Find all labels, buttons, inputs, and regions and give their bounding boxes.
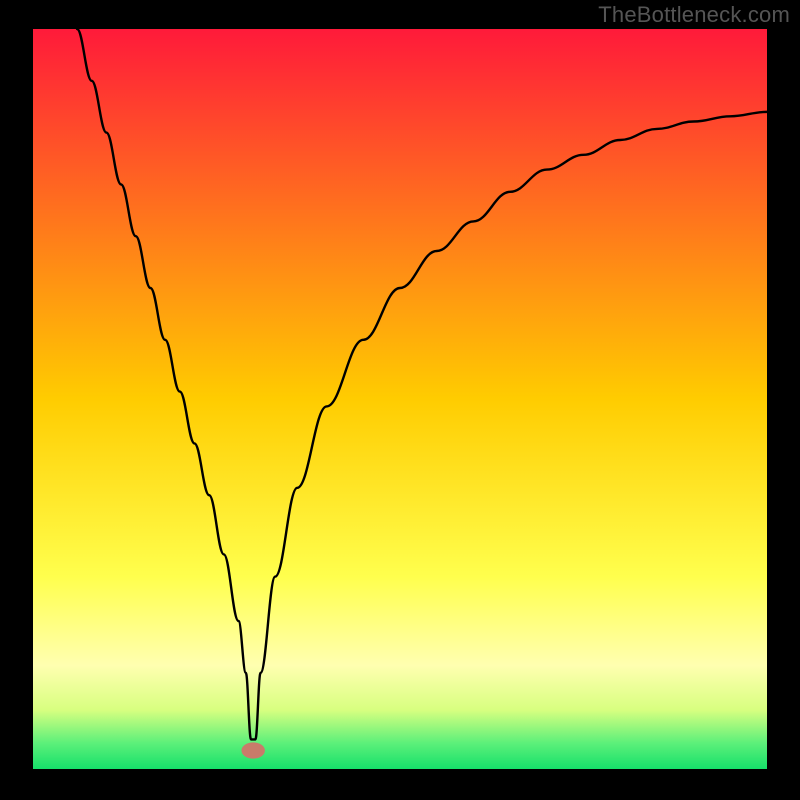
watermark-text: TheBottleneck.com xyxy=(598,2,790,28)
chart-background xyxy=(33,29,767,769)
bottleneck-chart xyxy=(0,0,800,800)
optimal-point-marker xyxy=(241,742,264,758)
chart-frame: TheBottleneck.com xyxy=(0,0,800,800)
